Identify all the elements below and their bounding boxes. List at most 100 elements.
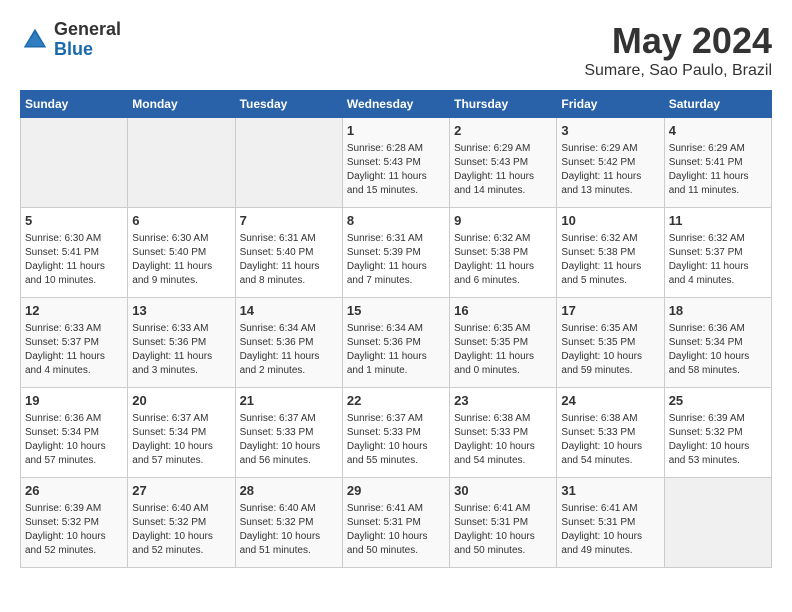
weekday-header-sunday: Sunday xyxy=(21,91,128,118)
day-number: 8 xyxy=(347,212,445,230)
day-number: 29 xyxy=(347,482,445,500)
day-info: Sunrise: 6:32 AM Sunset: 5:38 PM Dayligh… xyxy=(454,232,552,288)
day-info: Sunrise: 6:32 AM Sunset: 5:38 PM Dayligh… xyxy=(561,232,659,288)
calendar-cell: 10 Sunrise: 6:32 AM Sunset: 5:38 PM Dayli… xyxy=(557,208,664,298)
calendar-cell: 22Sunrise: 6:37 AM Sunset: 5:33 PM Dayli… xyxy=(342,388,449,478)
day-number: 21 xyxy=(240,392,338,410)
calendar-cell: 30Sunrise: 6:41 AM Sunset: 5:31 PM Dayli… xyxy=(450,478,557,568)
day-info: Sunrise: 6:40 AM Sunset: 5:32 PM Dayligh… xyxy=(132,502,230,558)
day-info: Sunrise: 6:35 AM Sunset: 5:35 PM Dayligh… xyxy=(454,322,552,378)
page-header: General Blue May 2024 Sumare, Sao Paulo,… xyxy=(20,20,772,80)
calendar-cell: 15Sunrise: 6:34 AM Sunset: 5:36 PM Dayli… xyxy=(342,298,449,388)
day-info: Sunrise: 6:41 AM Sunset: 5:31 PM Dayligh… xyxy=(347,502,445,558)
weekday-header-tuesday: Tuesday xyxy=(235,91,342,118)
calendar-cell: 6 Sunrise: 6:30 AM Sunset: 5:40 PM Daylig… xyxy=(128,208,235,298)
day-number: 17 xyxy=(561,302,659,320)
calendar-cell xyxy=(128,118,235,208)
calendar-subtitle: Sumare, Sao Paulo, Brazil xyxy=(584,62,772,80)
logo: General Blue xyxy=(20,20,121,60)
day-number: 16 xyxy=(454,302,552,320)
calendar-cell xyxy=(21,118,128,208)
day-info: Sunrise: 6:37 AM Sunset: 5:34 PM Dayligh… xyxy=(132,412,230,468)
day-number: 6 xyxy=(132,212,230,230)
day-info: Sunrise: 6:36 AM Sunset: 5:34 PM Dayligh… xyxy=(669,322,767,378)
calendar-cell: 12 Sunrise: 6:33 AM Sunset: 5:37 PM Dayli… xyxy=(21,298,128,388)
calendar-cell: 13 Sunrise: 6:33 AM Sunset: 5:36 PM Dayli… xyxy=(128,298,235,388)
calendar-cell: 27Sunrise: 6:40 AM Sunset: 5:32 PM Dayli… xyxy=(128,478,235,568)
calendar-cell: 20 Sunrise: 6:37 AM Sunset: 5:34 PM Dayli… xyxy=(128,388,235,478)
calendar-cell: 28 Sunrise: 6:40 AM Sunset: 5:32 PM Dayli… xyxy=(235,478,342,568)
calendar-cell: 1Sunrise: 6:28 AM Sunset: 5:43 PM Daylig… xyxy=(342,118,449,208)
day-info: Sunrise: 6:32 AM Sunset: 5:37 PM Dayligh… xyxy=(669,232,767,288)
day-number: 2 xyxy=(454,122,552,140)
day-number: 15 xyxy=(347,302,445,320)
day-info: Sunrise: 6:41 AM Sunset: 5:31 PM Dayligh… xyxy=(454,502,552,558)
day-info: Sunrise: 6:38 AM Sunset: 5:33 PM Dayligh… xyxy=(561,412,659,468)
day-number: 19 xyxy=(25,392,123,410)
calendar-cell: 9 Sunrise: 6:32 AM Sunset: 5:38 PM Daylig… xyxy=(450,208,557,298)
day-info: Sunrise: 6:28 AM Sunset: 5:43 PM Dayligh… xyxy=(347,142,445,198)
day-number: 25 xyxy=(669,392,767,410)
logo-text: General Blue xyxy=(54,20,121,60)
day-number: 12 xyxy=(25,302,123,320)
calendar-cell: 2 Sunrise: 6:29 AM Sunset: 5:43 PM Daylig… xyxy=(450,118,557,208)
logo-general-text: General xyxy=(54,20,121,40)
calendar-cell: 25 Sunrise: 6:39 AM Sunset: 5:32 PM Dayli… xyxy=(664,388,771,478)
day-info: Sunrise: 6:36 AM Sunset: 5:34 PM Dayligh… xyxy=(25,412,123,468)
day-number: 11 xyxy=(669,212,767,230)
day-info: Sunrise: 6:33 AM Sunset: 5:36 PM Dayligh… xyxy=(132,322,230,378)
day-info: Sunrise: 6:37 AM Sunset: 5:33 PM Dayligh… xyxy=(347,412,445,468)
day-number: 5 xyxy=(25,212,123,230)
day-number: 28 xyxy=(240,482,338,500)
day-number: 18 xyxy=(669,302,767,320)
calendar-body: 1Sunrise: 6:28 AM Sunset: 5:43 PM Daylig… xyxy=(21,118,772,568)
day-number: 10 xyxy=(561,212,659,230)
day-info: Sunrise: 6:30 AM Sunset: 5:40 PM Dayligh… xyxy=(132,232,230,288)
day-number: 4 xyxy=(669,122,767,140)
day-number: 9 xyxy=(454,212,552,230)
weekday-header-saturday: Saturday xyxy=(664,91,771,118)
calendar-week-5: 26Sunrise: 6:39 AM Sunset: 5:32 PM Dayli… xyxy=(21,478,772,568)
day-info: Sunrise: 6:37 AM Sunset: 5:33 PM Dayligh… xyxy=(240,412,338,468)
calendar-week-3: 12 Sunrise: 6:33 AM Sunset: 5:37 PM Dayli… xyxy=(21,298,772,388)
calendar-cell: 21 Sunrise: 6:37 AM Sunset: 5:33 PM Dayli… xyxy=(235,388,342,478)
calendar-week-1: 1Sunrise: 6:28 AM Sunset: 5:43 PM Daylig… xyxy=(21,118,772,208)
calendar-cell: 29 Sunrise: 6:41 AM Sunset: 5:31 PM Dayli… xyxy=(342,478,449,568)
day-number: 13 xyxy=(132,302,230,320)
day-info: Sunrise: 6:39 AM Sunset: 5:32 PM Dayligh… xyxy=(25,502,123,558)
calendar-cell: 23Sunrise: 6:38 AM Sunset: 5:33 PM Dayli… xyxy=(450,388,557,478)
weekday-header-row: SundayMondayTuesdayWednesdayThursdayFrid… xyxy=(21,91,772,118)
calendar-cell: 4 Sunrise: 6:29 AM Sunset: 5:41 PM Daylig… xyxy=(664,118,771,208)
calendar-cell: 3Sunrise: 6:29 AM Sunset: 5:42 PM Daylig… xyxy=(557,118,664,208)
day-info: Sunrise: 6:34 AM Sunset: 5:36 PM Dayligh… xyxy=(240,322,338,378)
calendar-cell: 31Sunrise: 6:41 AM Sunset: 5:31 PM Dayli… xyxy=(557,478,664,568)
day-number: 3 xyxy=(561,122,659,140)
calendar-cell: 19 Sunrise: 6:36 AM Sunset: 5:34 PM Dayli… xyxy=(21,388,128,478)
calendar-cell: 14 Sunrise: 6:34 AM Sunset: 5:36 PM Dayli… xyxy=(235,298,342,388)
day-number: 20 xyxy=(132,392,230,410)
calendar-cell: 18 Sunrise: 6:36 AM Sunset: 5:34 PM Dayli… xyxy=(664,298,771,388)
calendar-title: May 2024 xyxy=(584,20,772,62)
day-info: Sunrise: 6:38 AM Sunset: 5:33 PM Dayligh… xyxy=(454,412,552,468)
day-info: Sunrise: 6:31 AM Sunset: 5:39 PM Dayligh… xyxy=(347,232,445,288)
weekday-header-wednesday: Wednesday xyxy=(342,91,449,118)
day-info: Sunrise: 6:30 AM Sunset: 5:41 PM Dayligh… xyxy=(25,232,123,288)
day-info: Sunrise: 6:35 AM Sunset: 5:35 PM Dayligh… xyxy=(561,322,659,378)
calendar-week-2: 5 Sunrise: 6:30 AM Sunset: 5:41 PM Daylig… xyxy=(21,208,772,298)
calendar-cell: 11 Sunrise: 6:32 AM Sunset: 5:37 PM Dayli… xyxy=(664,208,771,298)
day-info: Sunrise: 6:29 AM Sunset: 5:41 PM Dayligh… xyxy=(669,142,767,198)
weekday-header-thursday: Thursday xyxy=(450,91,557,118)
calendar-cell: 24 Sunrise: 6:38 AM Sunset: 5:33 PM Dayli… xyxy=(557,388,664,478)
title-block: May 2024 Sumare, Sao Paulo, Brazil xyxy=(584,20,772,80)
calendar-cell: 16 Sunrise: 6:35 AM Sunset: 5:35 PM Dayli… xyxy=(450,298,557,388)
calendar-header: SundayMondayTuesdayWednesdayThursdayFrid… xyxy=(21,91,772,118)
day-info: Sunrise: 6:29 AM Sunset: 5:43 PM Dayligh… xyxy=(454,142,552,198)
calendar-cell xyxy=(664,478,771,568)
day-info: Sunrise: 6:40 AM Sunset: 5:32 PM Dayligh… xyxy=(240,502,338,558)
day-number: 24 xyxy=(561,392,659,410)
day-info: Sunrise: 6:39 AM Sunset: 5:32 PM Dayligh… xyxy=(669,412,767,468)
day-info: Sunrise: 6:33 AM Sunset: 5:37 PM Dayligh… xyxy=(25,322,123,378)
day-number: 14 xyxy=(240,302,338,320)
calendar-cell: 26Sunrise: 6:39 AM Sunset: 5:32 PM Dayli… xyxy=(21,478,128,568)
calendar-cell xyxy=(235,118,342,208)
